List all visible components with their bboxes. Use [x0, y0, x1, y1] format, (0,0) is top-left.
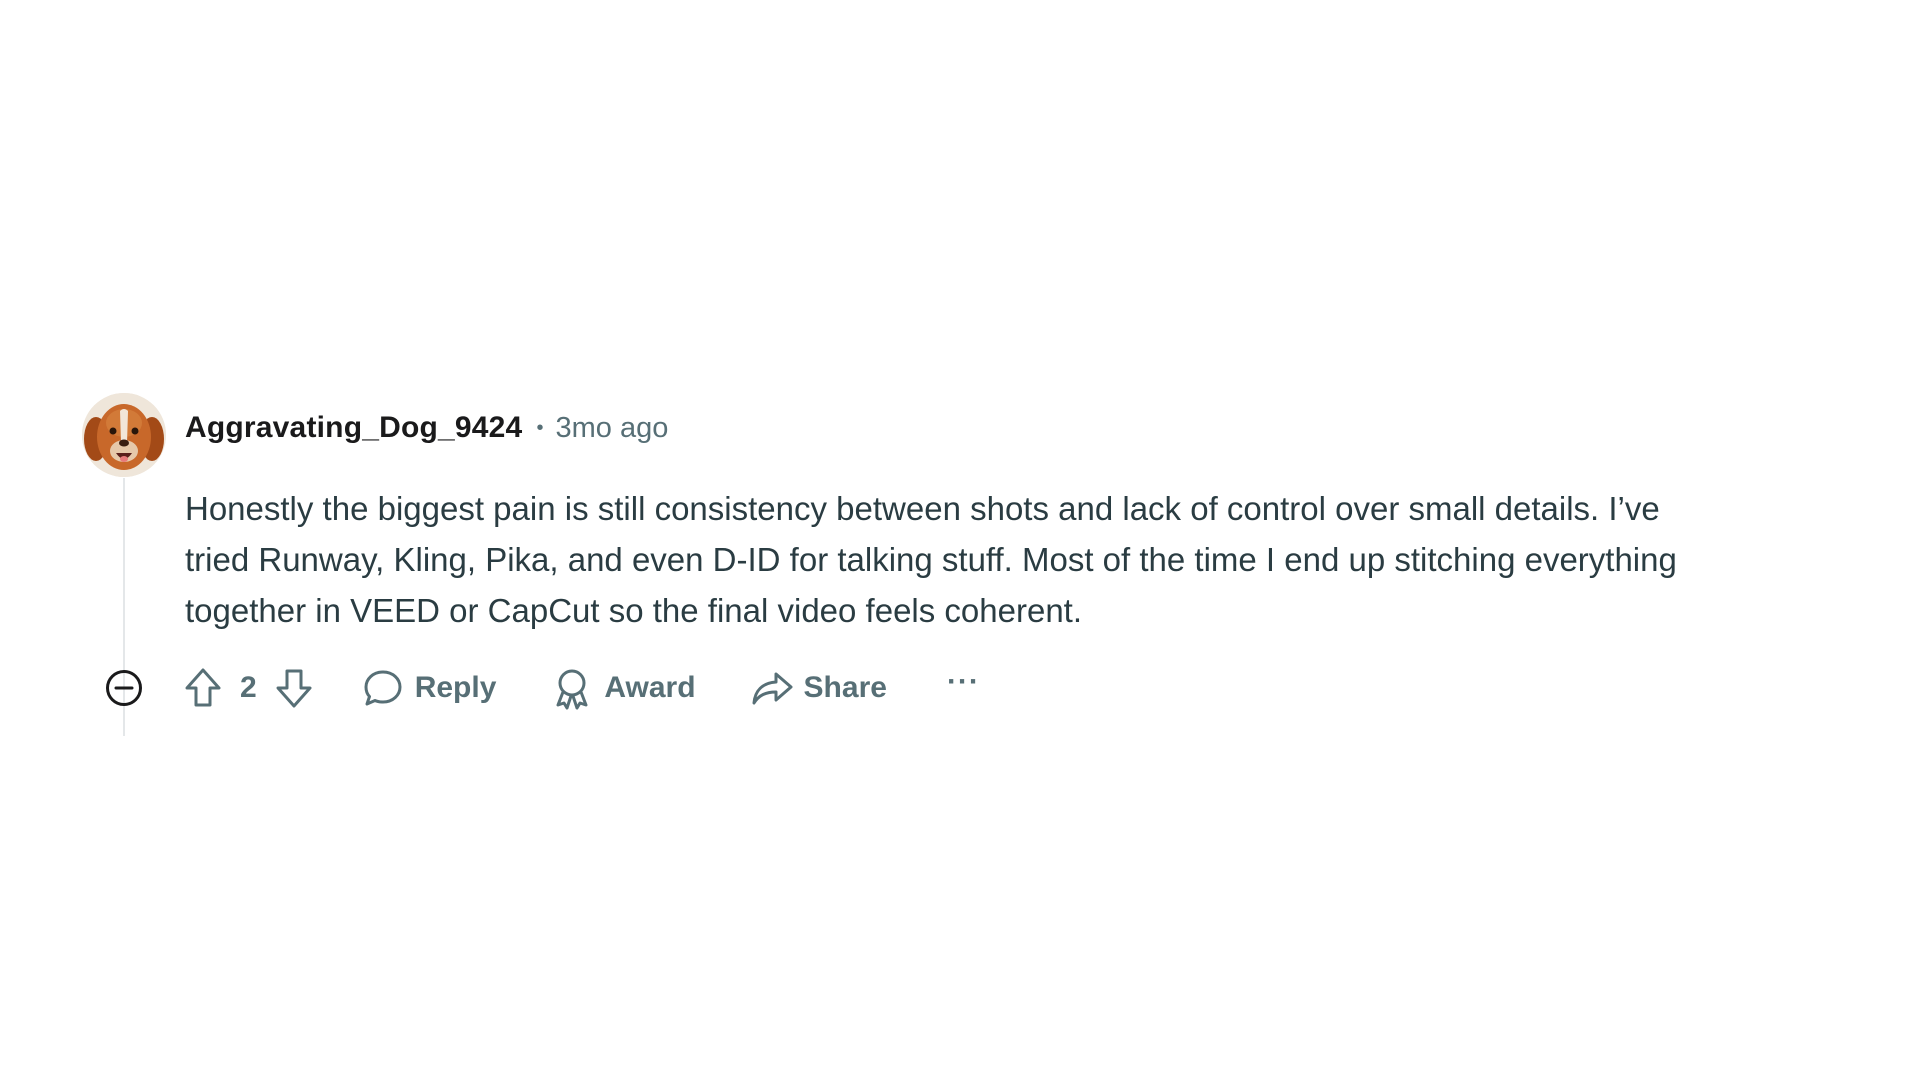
comment-action-bar: 2 Reply Award Share ···: [100, 660, 980, 716]
collapse-minus-icon: [106, 670, 142, 706]
award-button[interactable]: Award: [550, 666, 696, 710]
upvote-button[interactable]: [180, 665, 226, 711]
dog-avatar-icon: [82, 393, 166, 477]
award-ribbon-icon: [550, 666, 594, 710]
downvote-button[interactable]: [271, 665, 317, 711]
meta-separator: •: [536, 416, 544, 439]
avatar[interactable]: [82, 393, 166, 477]
share-button[interactable]: Share: [750, 666, 887, 710]
comment-body: Honestly the biggest pain is still consi…: [185, 483, 1885, 636]
downvote-arrow-icon: [276, 669, 312, 708]
share-arrow-icon: [750, 666, 794, 710]
comment: Aggravating_Dog_9424 • 3mo ago Honestly …: [0, 0, 1920, 1080]
reply-button[interactable]: Reply: [361, 666, 497, 710]
comment-body-line: Honestly the biggest pain is still consi…: [185, 490, 1660, 527]
share-label: Share: [803, 671, 887, 704]
timestamp[interactable]: 3mo ago: [555, 412, 668, 445]
comment-header: Aggravating_Dog_9424 • 3mo ago: [185, 404, 668, 452]
comment-body-line: tried Runway, Kling, Pika, and even D-ID…: [185, 541, 1677, 578]
reply-label: Reply: [414, 671, 497, 704]
collapse-button[interactable]: [100, 664, 148, 712]
award-label: Award: [604, 671, 696, 704]
comment-body-line: together in VEED or CapCut so the final …: [185, 592, 1083, 629]
upvote-arrow-icon: [185, 668, 221, 707]
speech-bubble-icon: [361, 666, 405, 710]
vote-score: 2: [240, 671, 257, 704]
username[interactable]: Aggravating_Dog_9424: [185, 411, 522, 445]
more-options-button[interactable]: ···: [947, 667, 980, 709]
